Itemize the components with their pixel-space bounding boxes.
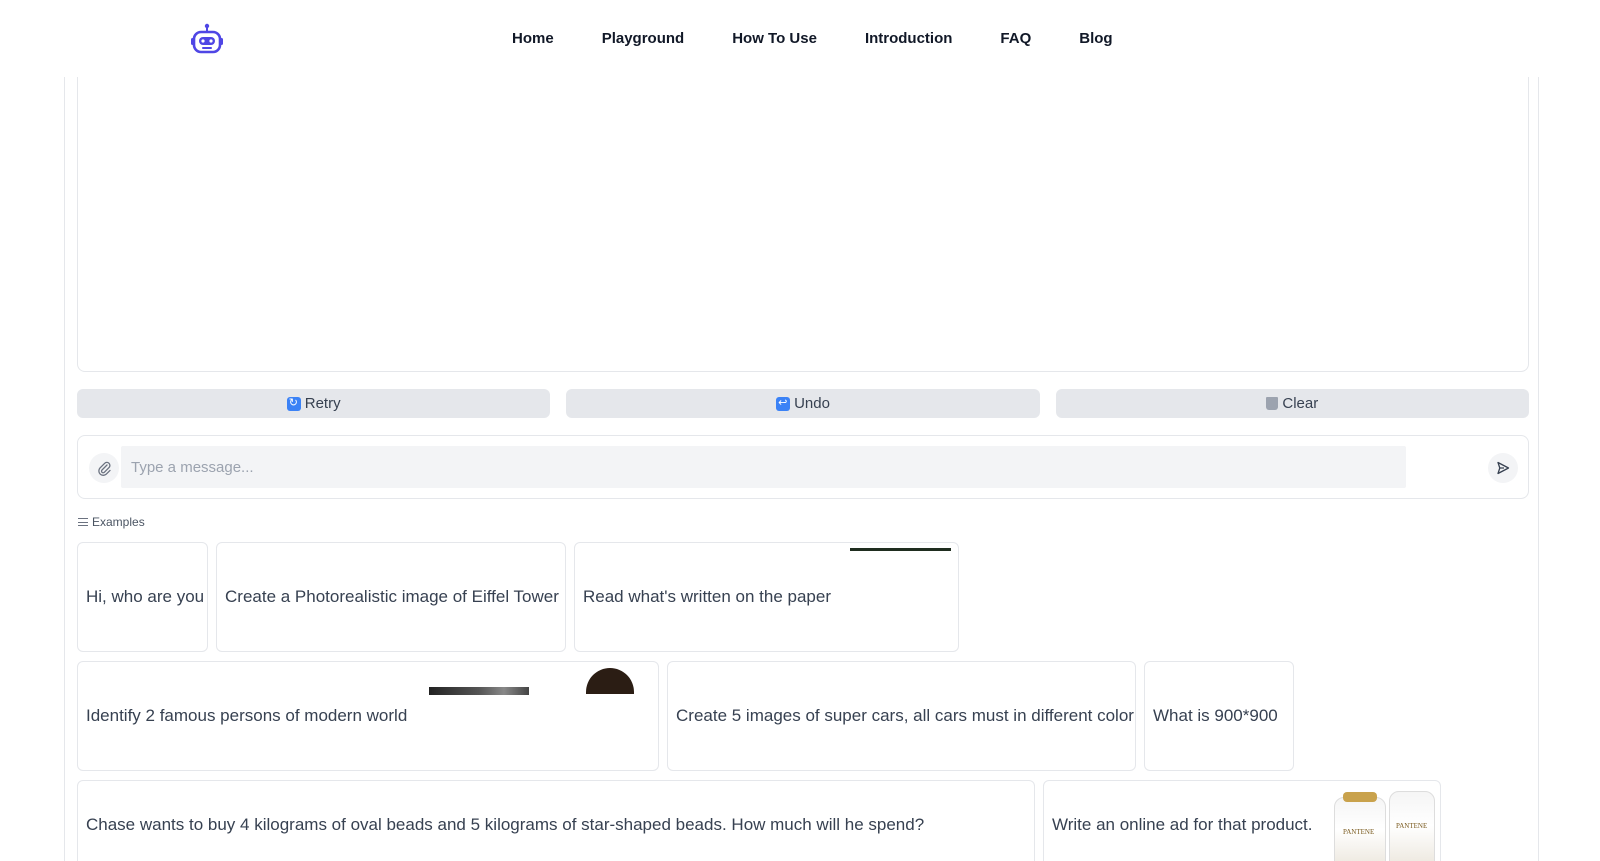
example-card[interactable]: Identify 2 famous persons of modern worl… [77, 661, 659, 771]
nav-link-home[interactable]: Home [512, 30, 554, 47]
example-text: Create 5 images of super cars, all cars … [676, 706, 1134, 725]
nav-link-introduction[interactable]: Introduction [865, 30, 952, 47]
example-text: Create a Photorealistic image of Eiffel … [225, 587, 559, 606]
top-navbar: Home Playground How To Use Introduction … [0, 0, 1600, 77]
undo-label: Undo [794, 395, 830, 412]
trash-icon [1266, 397, 1279, 410]
example-card[interactable]: Write an online ad for that product. PAN… [1043, 780, 1441, 861]
message-composer [77, 435, 1529, 499]
retry-label: Retry [304, 395, 341, 412]
product-bottle-image: PANTENE [1334, 792, 1386, 861]
example-card[interactable]: Create 5 images of super cars, all cars … [667, 661, 1136, 771]
example-card[interactable]: Read what's written on the paper [574, 542, 959, 652]
list-icon [78, 518, 88, 526]
examples-label: Examples [92, 515, 145, 529]
retry-button[interactable]: Retry [77, 389, 551, 418]
product-brand-label: PANTENE [1343, 828, 1375, 836]
example-card[interactable]: What is 900*900 [1144, 661, 1294, 771]
person-image-thumbnail [586, 668, 634, 694]
frame-border-left [64, 0, 65, 861]
example-card[interactable]: Create a Photorealistic image of Eiffel … [216, 542, 566, 652]
undo-button[interactable]: Undo [566, 389, 1040, 418]
example-text: Chase wants to buy 4 kilograms of oval b… [86, 815, 925, 834]
examples-header: Examples [78, 515, 145, 529]
main-nav: Home Playground How To Use Introduction … [512, 30, 1161, 47]
example-text: Hi, who are you [86, 587, 205, 606]
send-icon[interactable] [1488, 453, 1518, 483]
retry-icon [286, 396, 301, 411]
robot-icon[interactable] [190, 23, 224, 55]
example-card[interactable]: Hi, who are you [77, 542, 208, 652]
nav-link-blog[interactable]: Blog [1079, 30, 1112, 47]
clear-button[interactable]: Clear [1055, 389, 1529, 418]
clear-label: Clear [1282, 395, 1319, 412]
example-text: Read what's written on the paper [583, 587, 832, 606]
person-image-thumbnail [429, 687, 529, 695]
message-input[interactable] [121, 446, 1406, 488]
product-brand-label: PANTENE [1396, 822, 1428, 830]
chat-history-panel[interactable] [77, 60, 1529, 372]
chat-actions: Retry Undo Clear [77, 389, 1529, 418]
paperclip-icon[interactable] [89, 453, 119, 483]
frame-border-right [1538, 0, 1539, 861]
nav-link-how-to-use[interactable]: How To Use [732, 30, 817, 47]
nav-link-playground[interactable]: Playground [602, 30, 685, 47]
product-bottle-image: PANTENE [1389, 791, 1435, 861]
example-card[interactable]: Chase wants to buy 4 kilograms of oval b… [77, 780, 1035, 861]
example-text: Write an online ad for that product. [1052, 815, 1313, 834]
example-text: What is 900*900 [1153, 706, 1278, 725]
nav-link-faq[interactable]: FAQ [1000, 30, 1031, 47]
undo-icon [776, 396, 791, 411]
paper-image-thumbnail [850, 548, 951, 551]
example-text: Identify 2 famous persons of modern worl… [86, 706, 408, 725]
